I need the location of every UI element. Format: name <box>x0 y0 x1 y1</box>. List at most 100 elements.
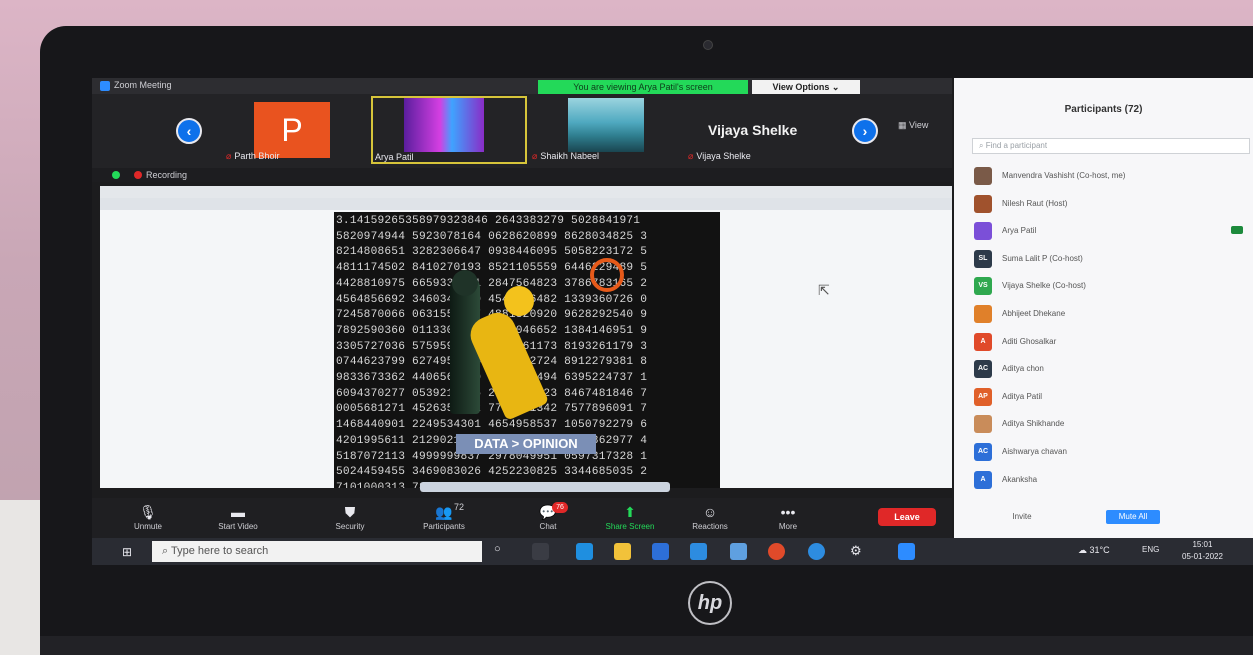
gear-icon <box>590 258 624 292</box>
tile-name: ⌀ Parth Bhoir <box>226 151 280 161</box>
participants-count: 72 <box>454 502 465 512</box>
more-icon: ••• <box>780 504 796 520</box>
list-item[interactable]: Aditya Shikhande <box>972 410 1253 438</box>
more-button[interactable]: ••• More <box>752 502 824 531</box>
shared-window-title <box>100 186 952 198</box>
tile-name: ⌀ Shaikh Nabeel <box>532 151 599 161</box>
avatar <box>974 304 992 323</box>
avatar: VS <box>974 277 992 296</box>
mic-muted-icon: ⌀ <box>532 151 538 161</box>
participants-panel: Participants (72) ⌕ Find a participant M… <box>954 78 1253 538</box>
shield-status-icon <box>112 171 120 179</box>
image-viewer-controls[interactable] <box>420 482 670 492</box>
list-item[interactable]: VS Vijaya Shelke (Co-host) <box>972 272 1253 300</box>
participant-tile-arya[interactable]: Arya Patil <box>375 98 525 162</box>
reactions-button[interactable]: ☺ Reactions <box>674 502 746 531</box>
participants-title: Participants (72) <box>1064 104 1143 115</box>
mute-all-button[interactable]: Mute All <box>1106 510 1160 524</box>
viewing-screen-banner: You are viewing Arya Patil's screen <box>538 80 748 94</box>
meeting-controls: 🎙 Unmute ▬ Start Video ⛊ Security 👥 72 P… <box>92 498 952 538</box>
laptop-hinge <box>40 636 1253 655</box>
chrome-profile-icon[interactable] <box>808 543 825 560</box>
list-item[interactable]: AC Aditya chon <box>972 355 1253 383</box>
video-on-icon <box>1231 226 1243 235</box>
avatar <box>974 167 992 185</box>
list-item[interactable]: Nilesh Raut (Host) <box>972 190 1253 218</box>
recording-icon <box>134 171 142 179</box>
avatar: AC <box>974 360 992 379</box>
dark-figure-head <box>452 270 478 296</box>
mail-icon[interactable] <box>690 543 707 560</box>
windows-taskbar: ⊞ ⌕ Type here to search ○ ⚙ ☁ 31°C ENG 1… <box>92 538 1253 565</box>
chrome-icon[interactable] <box>768 543 785 560</box>
language-indicator[interactable]: ENG <box>1142 545 1159 554</box>
windows-start-icon[interactable]: ⊞ <box>122 545 132 559</box>
unmute-button[interactable]: 🎙 Unmute <box>112 502 184 531</box>
share-screen-button[interactable]: ⬆ Share Screen <box>594 502 666 531</box>
mouse-cursor-icon: ⇱ <box>818 282 830 298</box>
task-view-icon[interactable] <box>532 543 549 560</box>
avatar: SL <box>974 249 992 268</box>
list-item[interactable]: SL Suma Lalit P (Co-host) <box>972 245 1253 273</box>
security-button[interactable]: ⛊ Security <box>314 502 386 531</box>
chat-button[interactable]: 💬 76 Chat <box>512 502 584 531</box>
screen: Zoom Meeting You are viewing Arya Patil'… <box>92 78 1253 565</box>
list-item[interactable]: A Akanksha <box>972 466 1253 494</box>
share-screen-icon: ⬆ <box>624 504 636 520</box>
taskbar-clock[interactable]: 15:01 05-01-2022 <box>1182 539 1223 563</box>
list-item[interactable]: Abhijeet Dhekane <box>972 300 1253 328</box>
list-item[interactable]: AC Aishwarya chavan <box>972 438 1253 466</box>
participant-tile-vijaya[interactable]: ⌀ Vijaya Shelke <box>688 98 838 162</box>
shared-window-toolbar <box>100 198 952 210</box>
chevron-right-icon[interactable]: › <box>852 118 878 144</box>
data-opinion-badge: DATA > OPINION <box>456 434 596 454</box>
yellow-figure-head <box>504 286 534 316</box>
chat-unread-badge: 76 <box>552 502 568 513</box>
webcam <box>703 40 713 50</box>
avatar: A <box>974 332 992 351</box>
taskbar-search-input[interactable]: ⌕ Type here to search <box>152 541 482 562</box>
edge-icon[interactable] <box>576 543 593 560</box>
file-explorer-icon[interactable] <box>614 543 631 560</box>
store-icon[interactable] <box>652 543 669 560</box>
mic-muted-icon: 🎙 <box>139 504 157 520</box>
recording-bar: Recording <box>92 168 952 182</box>
list-item[interactable]: A Aditi Ghosalkar <box>972 328 1253 356</box>
avatar: A <box>974 470 992 489</box>
photos-icon[interactable] <box>730 543 747 560</box>
avatar <box>974 194 992 213</box>
zoom-taskbar-icon[interactable] <box>898 543 915 560</box>
zoom-icon <box>100 81 110 91</box>
cortana-icon[interactable]: ○ <box>494 543 511 560</box>
chevron-left-icon[interactable]: ‹ <box>176 118 202 144</box>
participant-search-input[interactable]: ⌕ Find a participant <box>972 138 1250 154</box>
weather-temperature: ☁ 31°C <box>1078 545 1110 555</box>
recording-label: Recording <box>146 170 188 180</box>
shared-screen: 3.14159265358979323846 2643383279 502884… <box>100 186 952 492</box>
start-video-button[interactable]: ▬ Start Video <box>202 502 274 531</box>
mic-muted-icon: ⌀ <box>688 151 694 161</box>
participants-icon: 👥 <box>435 504 453 520</box>
chat-icon: 💬 <box>539 504 557 520</box>
avatar: AC <box>974 442 992 461</box>
mic-muted-icon: ⌀ <box>226 151 232 161</box>
tile-name: ⌀ Vijaya Shelke <box>688 151 751 161</box>
view-options-button[interactable]: View Options ⌄ <box>752 80 860 94</box>
participant-tile-parth[interactable]: ⌀ Parth Bhoir <box>222 98 362 162</box>
shared-image: 3.14159265358979323846 2643383279 502884… <box>334 212 720 488</box>
participants-button[interactable]: 👥 72 Participants <box>408 502 480 531</box>
list-item[interactable]: Arya Patil <box>972 217 1253 245</box>
hp-logo: hp <box>688 581 732 625</box>
list-item[interactable]: Manvendra Vashisht (Co-host, me) <box>972 162 1253 190</box>
reaction-icon: ☺ <box>702 504 718 520</box>
avatar: AP <box>974 387 992 406</box>
video-off-icon: ▬ <box>231 504 245 520</box>
participant-tile-shaikh[interactable]: ⌀ Shaikh Nabeel <box>532 98 682 162</box>
video-thumbnail-strip: ‹ P ⌀ Parth Bhoir Arya Patil ⌀ Shaikh Nabe… <box>92 94 952 168</box>
leave-button[interactable]: Leave <box>878 508 936 526</box>
view-toggle[interactable]: ▦ View <box>898 120 928 131</box>
window-title: Zoom Meeting <box>114 80 172 90</box>
invite-button[interactable]: Invite <box>1002 510 1042 524</box>
list-item[interactable]: AP Aditya Patil <box>972 383 1253 411</box>
gear-icon[interactable]: ⚙ <box>850 543 867 560</box>
